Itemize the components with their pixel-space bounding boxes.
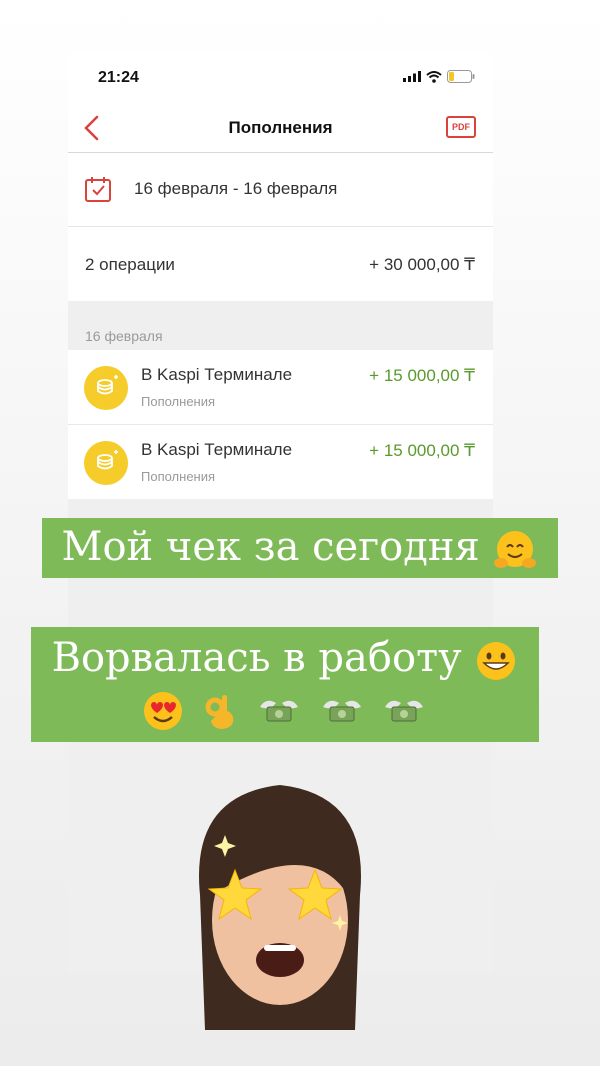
wifi-icon <box>426 70 442 83</box>
transaction-row[interactable]: В Kaspi Терминале Пополнения + 15 000,00… <box>68 425 493 499</box>
section-date: 16 февраля <box>85 328 163 344</box>
transaction-amount: + 15 000,00 ₸ <box>369 441 475 460</box>
page-title: Пополнения <box>228 118 333 137</box>
operations-count: 2 операции <box>85 255 175 274</box>
status-icons <box>403 70 475 83</box>
summary-row: 2 операции + 30 000,00 ₸ <box>68 227 493 301</box>
ok-hand-icon <box>205 695 234 729</box>
memoji-sticker <box>199 785 361 1030</box>
transaction-row[interactable]: В Kaspi Терминале Пополнения + 15 000,00… <box>68 350 493 425</box>
nav-bar: Пополнения PDF <box>68 104 493 153</box>
date-filter-row[interactable]: 16 февраля - 16 февраля <box>68 153 493 227</box>
hugging-face-icon <box>494 531 537 568</box>
transaction-amount: + 15 000,00 ₸ <box>369 366 475 385</box>
grinning-face-icon <box>477 642 516 680</box>
status-bar: 21:24 <box>68 52 493 104</box>
caption-text-1: Мой чек за сегодня <box>61 524 480 570</box>
pdf-export-button[interactable]: PDF <box>446 116 476 138</box>
caption-sticker-2: Ворвалась в работу <box>31 627 539 742</box>
transaction-title: В Kaspi Терминале <box>141 440 293 459</box>
coins-icon <box>84 366 128 410</box>
caption-sticker-1: Мой чек за сегодня <box>42 518 558 578</box>
date-range-label: 16 февраля - 16 февраля <box>134 179 338 198</box>
calendar-icon <box>85 177 111 202</box>
signal-icon <box>403 71 421 82</box>
total-amount: + 30 000,00 ₸ <box>369 255 475 274</box>
money-wings-icon <box>260 700 298 722</box>
money-wings-icon <box>385 700 424 722</box>
transaction-title: В Kaspi Терминале <box>141 365 293 384</box>
transaction-category: Пополнения <box>141 394 216 409</box>
heart-eyes-icon <box>143 692 182 730</box>
transaction-category: Пополнения <box>141 469 216 484</box>
caption-text-2: Ворвалась в работу <box>51 635 462 681</box>
coins-icon <box>84 441 128 485</box>
battery-icon <box>447 70 475 83</box>
money-wings-icon <box>322 700 361 722</box>
status-time: 21:24 <box>98 69 139 86</box>
